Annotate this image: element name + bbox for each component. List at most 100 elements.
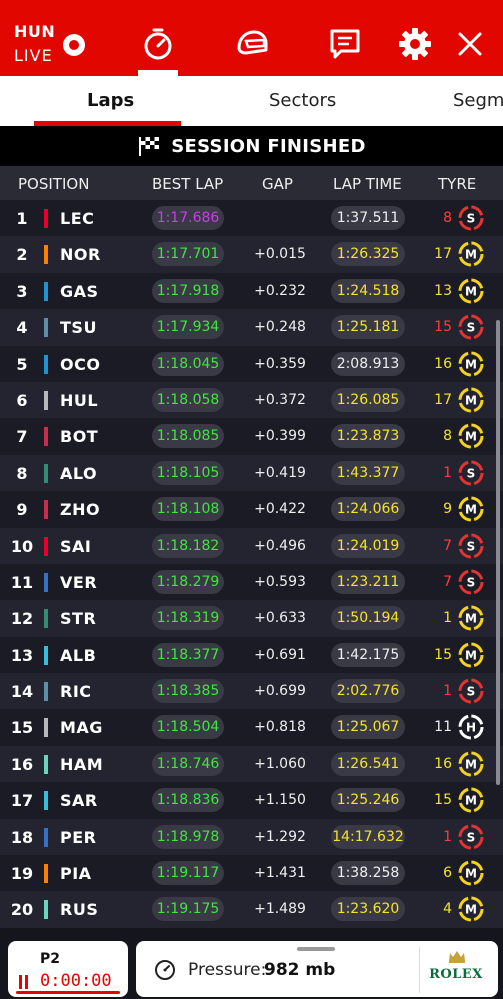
tyre-compound-letter: M (465, 794, 477, 808)
table-row[interactable]: 12 STR 1:18.319 +0.633 1:50.194 1 M (0, 600, 503, 637)
team-color-bar (44, 572, 48, 592)
table-row[interactable]: 17 SAR 1:18.836 +1.150 1:25.246 15 M (0, 782, 503, 819)
row-position: 12 (10, 609, 34, 629)
table-row[interactable]: 8 ALO 1:18.105 +0.419 1:43.377 1 S (0, 454, 503, 492)
last-lap-time: 1:25.181 (331, 315, 405, 340)
tyre-compound-icon: S (458, 678, 484, 704)
table-row[interactable]: 9 ZHO 1:18.108 +0.422 1:24.066 9 M (0, 491, 503, 528)
tyre-compound-icon: M (458, 351, 484, 377)
tyre-age: 9 (443, 501, 452, 518)
last-lap-time: 1:24.019 (331, 533, 405, 558)
tyre-compound-icon: M (458, 605, 484, 631)
tyre-age: 1 (443, 828, 452, 845)
table-row[interactable]: 13 ALB 1:18.377 +0.691 1:42.175 15 M (0, 636, 503, 674)
best-lap-time: 1:18.279 (152, 569, 224, 594)
table-row[interactable]: 4 TSU 1:17.934 +0.248 1:25.181 15 S (0, 309, 503, 346)
gap-to-leader: +0.399 (254, 428, 306, 445)
row-position: 19 (10, 864, 34, 884)
settings-button[interactable] (395, 24, 435, 64)
tyre-compound-icon: S (458, 205, 484, 231)
messages-button[interactable] (325, 24, 365, 64)
tyre-compound-icon: S (458, 460, 484, 486)
driver-code: PIA (60, 864, 92, 884)
driver-code: RUS (60, 900, 99, 920)
tab-segments[interactable]: Segments (453, 90, 503, 111)
tyre-compound-icon: M (458, 496, 484, 522)
live-indicator[interactable]: HUN LIVE (14, 22, 94, 66)
table-row[interactable]: 16 HAM 1:18.746 +1.060 1:26.541 16 M (0, 745, 503, 783)
driver-code: VER (60, 572, 98, 592)
tyre-age: 1 (443, 464, 452, 481)
tyre-compound-letter: S (467, 830, 476, 844)
tab-laps[interactable]: Laps (87, 90, 134, 111)
gap-to-leader: +0.818 (254, 719, 306, 736)
gap-to-leader: +0.419 (254, 464, 306, 481)
table-row[interactable]: 18 PER 1:18.978 +1.292 14:17.632 1 S (0, 818, 503, 856)
close-button[interactable] (450, 24, 490, 64)
tyre-compound-letter: M (465, 248, 477, 262)
row-position: 8 (16, 463, 28, 483)
tyre-compound-letter: H (466, 721, 476, 735)
driver-code: NOR (60, 245, 101, 265)
team-color-bar (44, 390, 48, 410)
gap-to-leader: +1.431 (254, 865, 306, 882)
bottom-panel: P2 0:00:00 Pressure: 982 mb ROLEX (0, 928, 503, 999)
driver-code: TSU (60, 318, 97, 338)
session-status-banner: SESSION FINISHED (0, 126, 503, 166)
table-row[interactable]: 20 RUS 1:19.175 +1.489 1:23.620 4 M (0, 891, 503, 928)
weather-card[interactable]: Pressure: 982 mb ROLEX (136, 941, 498, 997)
tyre-compound-icon: S (458, 314, 484, 340)
table-row[interactable]: 10 SAI 1:18.182 +0.496 1:24.019 7 S (0, 527, 503, 564)
sponsor-name: ROLEX (429, 967, 483, 982)
tyre-compound-icon: M (458, 642, 484, 668)
gap-to-leader: +0.699 (254, 683, 306, 700)
best-lap-time: 1:18.385 (152, 679, 224, 704)
team-color-bar (44, 718, 48, 738)
tyre-compound-letter: M (465, 903, 477, 917)
team-color-bar (44, 864, 48, 884)
tyre-compound-letter: M (465, 612, 477, 626)
live-record-icon (63, 34, 85, 56)
tyre-compound-letter: M (465, 393, 477, 407)
table-row[interactable]: 14 RIC 1:18.385 +0.699 2:02.776 1 S (0, 673, 503, 710)
table-row[interactable]: 1 LEC 1:17.686 1:37.511 8 S (0, 200, 503, 237)
tyre-age: 15 (434, 792, 452, 809)
timing-table: 1 LEC 1:17.686 1:37.511 8 S 2 NOR 1:17.701 +0.015… (0, 200, 503, 928)
table-row[interactable]: 6 HUL 1:18.058 +0.372 1:26.085 17 M (0, 381, 503, 419)
scrollbar[interactable] (496, 320, 500, 785)
row-position: 11 (10, 572, 34, 592)
best-lap-time: 1:18.746 (152, 751, 224, 776)
timing-button[interactable] (138, 24, 178, 64)
gap-to-leader: +1.489 (254, 901, 306, 918)
tyre-age: 4 (443, 901, 452, 918)
tyre-age: 13 (434, 282, 452, 299)
gauge-icon (155, 960, 175, 980)
tyre-age: 1 (443, 610, 452, 627)
tyre-compound-icon: M (458, 860, 484, 886)
table-row[interactable]: 3 GAS 1:17.918 +0.232 1:24.518 13 M (0, 272, 503, 310)
pressure-value: 982 mb (264, 960, 336, 980)
tyre-age: 8 (443, 210, 452, 226)
table-row[interactable]: 7 BOT 1:18.085 +0.399 1:23.873 8 M (0, 418, 503, 455)
drag-handle[interactable] (297, 947, 335, 951)
session-name: P2 (40, 951, 61, 967)
tab-sectors[interactable]: Sectors (269, 90, 336, 111)
table-row[interactable]: 19 PIA 1:19.117 +1.431 1:38.258 6 M (0, 855, 503, 892)
session-clock: 0:00:00 (40, 971, 112, 991)
table-row[interactable]: 2 NOR 1:17.701 +0.015 1:26.325 17 M (0, 236, 503, 273)
tyre-compound-icon: M (458, 387, 484, 413)
tyre-age: 1 (443, 683, 452, 700)
row-position: 13 (10, 645, 34, 665)
table-row[interactable]: 15 MAG 1:18.504 +0.818 1:25.067 11 H (0, 709, 503, 746)
tyre-age: 7 (443, 537, 452, 554)
session-clock-card[interactable]: P2 0:00:00 (8, 941, 128, 997)
helmet-button[interactable] (232, 24, 272, 64)
table-row[interactable]: 11 VER 1:18.279 +0.593 1:23.211 7 S (0, 563, 503, 601)
gap-to-leader: +1.150 (254, 792, 306, 809)
tyre-compound-icon: S (458, 569, 484, 595)
driver-code: BOT (60, 427, 99, 447)
pause-icon (18, 975, 30, 989)
table-row[interactable]: 5 OCO 1:18.045 +0.359 2:08.913 16 M (0, 345, 503, 382)
row-position: 3 (16, 281, 28, 301)
live-label: LIVE (14, 46, 53, 65)
